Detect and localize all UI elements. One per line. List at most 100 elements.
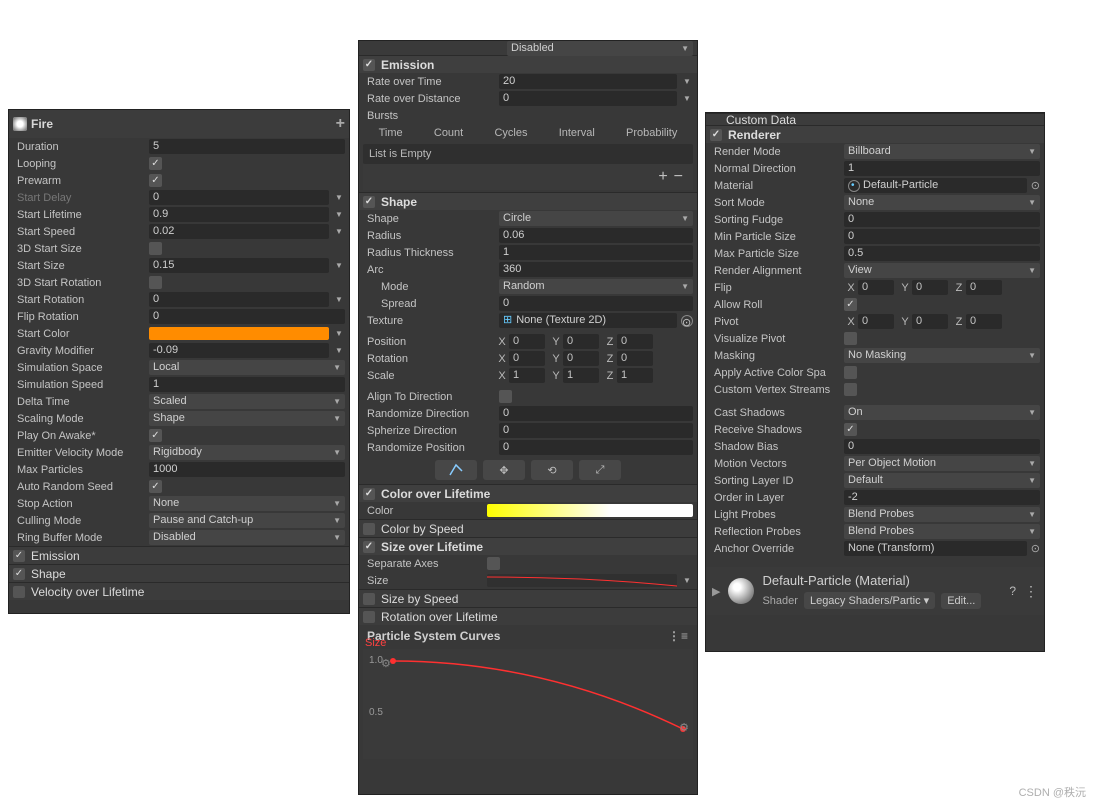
- apply-color-checkbox[interactable]: [844, 366, 857, 379]
- arc-spread-input[interactable]: 0: [499, 296, 693, 311]
- gizmo-handle-button[interactable]: [435, 460, 477, 480]
- add-module-button[interactable]: +: [336, 115, 345, 133]
- scl-y[interactable]: 1: [563, 368, 599, 383]
- allow-roll-checkbox[interactable]: ✓: [844, 298, 857, 311]
- min-size-input[interactable]: 0: [844, 229, 1040, 244]
- rot-x[interactable]: 0: [509, 351, 545, 366]
- align-dir-checkbox[interactable]: [499, 390, 512, 403]
- flip-x[interactable]: 0: [858, 280, 894, 295]
- size-life-header[interactable]: ✓Size over Lifetime: [359, 537, 697, 555]
- sim-speed-input[interactable]: 1: [149, 377, 345, 392]
- sim-space-dropdown[interactable]: Local▼: [149, 360, 345, 375]
- emission-header[interactable]: ✓Emission: [359, 55, 697, 73]
- start-speed-input[interactable]: 0.02: [149, 224, 329, 239]
- duration-input[interactable]: 5: [149, 139, 345, 154]
- start-3d-rot-checkbox[interactable]: [149, 276, 162, 289]
- add-burst-button[interactable]: +: [658, 168, 667, 186]
- radius-thick-input[interactable]: 1: [499, 245, 693, 260]
- move-tool-button[interactable]: ✥: [483, 460, 525, 480]
- gravity-input[interactable]: -0.09: [149, 343, 329, 358]
- curve-editor[interactable]: 1.0 0.5 ⚙ ⚙: [363, 649, 693, 759]
- play-awake-checkbox[interactable]: ✓: [149, 429, 162, 442]
- size-curve[interactable]: [487, 574, 677, 587]
- disabled-dd[interactable]: Disabled▼: [507, 41, 693, 56]
- pos-z[interactable]: 0: [617, 334, 653, 349]
- texture-field[interactable]: ⊞None (Texture 2D): [499, 313, 677, 328]
- shadow-bias-input[interactable]: 0: [844, 439, 1040, 454]
- renderer-header[interactable]: ✓Renderer: [706, 125, 1044, 143]
- object-picker-icon[interactable]: ⊙: [681, 315, 693, 327]
- shader-dropdown[interactable]: Legacy Shaders/Partic ▾: [804, 592, 935, 609]
- rot-z[interactable]: 0: [617, 351, 653, 366]
- light-probes-dropdown[interactable]: Blend Probes▼: [844, 507, 1040, 522]
- cast-shadows-dropdown[interactable]: On▼: [844, 405, 1040, 420]
- looping-checkbox[interactable]: ✓: [149, 157, 162, 170]
- size-speed-header[interactable]: Size by Speed: [359, 589, 697, 607]
- color-gradient[interactable]: [487, 504, 693, 517]
- object-picker-icon[interactable]: ⊙: [1031, 179, 1040, 192]
- delta-time-dropdown[interactable]: Scaled▼: [149, 394, 345, 409]
- object-picker-icon[interactable]: ⊙: [1031, 542, 1040, 555]
- dropdown-icon[interactable]: ▼: [333, 210, 345, 219]
- dropdown-icon[interactable]: ▼: [333, 346, 345, 355]
- radius-input[interactable]: 0.06: [499, 228, 693, 243]
- dropdown-icon[interactable]: ▼: [681, 576, 693, 585]
- recv-shadows-checkbox[interactable]: ✓: [844, 423, 857, 436]
- stop-action-dropdown[interactable]: None▼: [149, 496, 345, 511]
- start-rotation-input[interactable]: 0: [149, 292, 329, 307]
- sep-axes-checkbox[interactable]: [487, 557, 500, 570]
- prewarm-checkbox[interactable]: ✓: [149, 174, 162, 187]
- custom-vert-checkbox[interactable]: [844, 383, 857, 396]
- normal-dir-input[interactable]: 1: [844, 161, 1040, 176]
- vis-pivot-checkbox[interactable]: [844, 332, 857, 345]
- pos-y[interactable]: 0: [563, 334, 599, 349]
- rot-y[interactable]: 0: [563, 351, 599, 366]
- rotation-life-header[interactable]: Rotation over Lifetime: [359, 607, 697, 625]
- scl-x[interactable]: 1: [509, 368, 545, 383]
- flip-z[interactable]: 0: [966, 280, 1002, 295]
- dropdown-icon[interactable]: ▼: [333, 329, 345, 338]
- dropdown-icon[interactable]: ▼: [681, 94, 693, 103]
- color-speed-header[interactable]: Color by Speed: [359, 519, 697, 537]
- culling-mode-dropdown[interactable]: Pause and Catch-up▼: [149, 513, 345, 528]
- dropdown-icon[interactable]: ▼: [681, 77, 693, 86]
- start-color-swatch[interactable]: [149, 327, 329, 340]
- material-field[interactable]: Default-Particle: [844, 178, 1027, 193]
- motion-vec-dropdown[interactable]: Per Object Motion▼: [844, 456, 1040, 471]
- emission-module-header[interactable]: ✓Emission: [9, 546, 349, 564]
- scale-tool-button[interactable]: ⤢: [579, 460, 621, 480]
- custom-data-header[interactable]: Custom Data: [706, 113, 1044, 125]
- color-life-header[interactable]: ✓Color over Lifetime: [359, 484, 697, 502]
- gear-icon[interactable]: ⚙: [381, 657, 391, 670]
- pivot-y[interactable]: 0: [912, 314, 948, 329]
- edit-button[interactable]: Edit...: [941, 593, 981, 609]
- render-mode-dropdown[interactable]: Billboard▼: [844, 144, 1040, 159]
- rand-dir-input[interactable]: 0: [499, 406, 693, 421]
- max-particles-input[interactable]: 1000: [149, 462, 345, 477]
- rate-time-input[interactable]: 20: [499, 74, 677, 89]
- sort-fudge-input[interactable]: 0: [844, 212, 1040, 227]
- dropdown-icon[interactable]: ▼: [333, 193, 345, 202]
- render-align-dropdown[interactable]: View▼: [844, 263, 1040, 278]
- dropdown-icon[interactable]: ▼: [333, 261, 345, 270]
- scl-z[interactable]: 1: [617, 368, 653, 383]
- sort-mode-dropdown[interactable]: None▼: [844, 195, 1040, 210]
- arc-input[interactable]: 360: [499, 262, 693, 277]
- arc-mode-dropdown[interactable]: Random▼: [499, 279, 693, 294]
- velocity-life-module-header[interactable]: Velocity over Lifetime: [9, 582, 349, 600]
- start-3d-size-checkbox[interactable]: [149, 242, 162, 255]
- pivot-z[interactable]: 0: [966, 314, 1002, 329]
- emitter-vel-dropdown[interactable]: Rigidbody▼: [149, 445, 345, 460]
- curves-menu-icon[interactable]: ⋮≡: [668, 629, 689, 643]
- order-layer-input[interactable]: -2: [844, 490, 1040, 505]
- rand-pos-input[interactable]: 0: [499, 440, 693, 455]
- sort-layer-dropdown[interactable]: Default▼: [844, 473, 1040, 488]
- dropdown-icon[interactable]: ▼: [333, 227, 345, 236]
- dropdown-icon[interactable]: ▼: [333, 295, 345, 304]
- spher-dir-input[interactable]: 0: [499, 423, 693, 438]
- start-delay-input[interactable]: 0: [149, 190, 329, 205]
- scaling-mode-dropdown[interactable]: Shape▼: [149, 411, 345, 426]
- flip-y[interactable]: 0: [912, 280, 948, 295]
- ring-buffer-dropdown[interactable]: Disabled▼: [149, 530, 345, 545]
- shape-header[interactable]: ✓Shape: [359, 192, 697, 210]
